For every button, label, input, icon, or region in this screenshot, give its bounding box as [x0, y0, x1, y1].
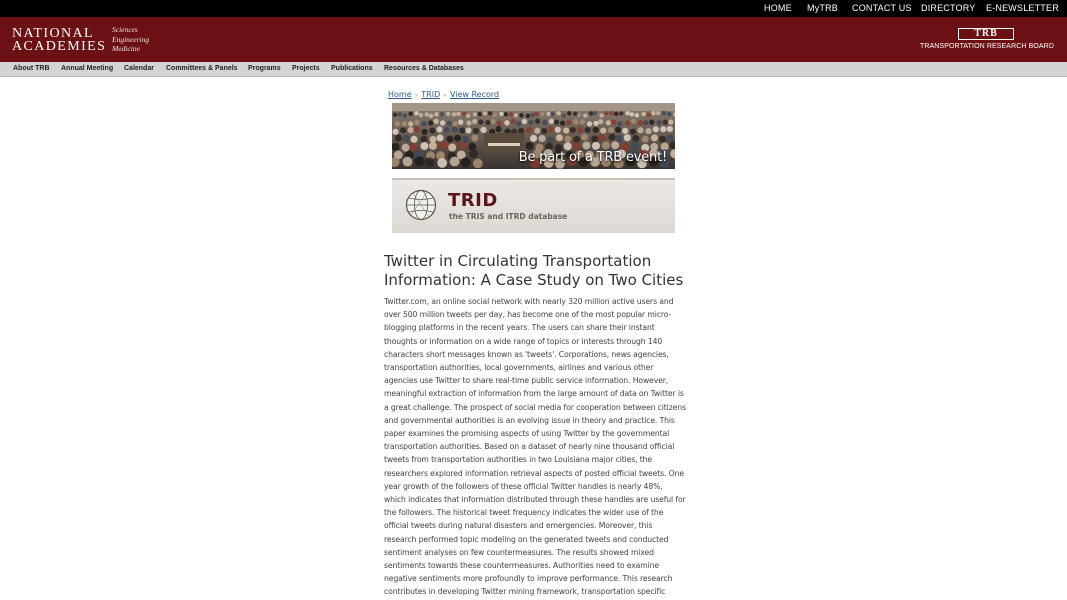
topbar-link-directory[interactable]: DIRECTORY: [921, 3, 975, 13]
breadcrumb-trid[interactable]: TRID: [421, 90, 440, 99]
nav-item-projects[interactable]: Projects: [292, 65, 320, 72]
topbar-link-e-newsletter[interactable]: E-NEWSLETTER: [986, 3, 1059, 13]
logo-sub-sciences: Sciences: [112, 25, 138, 34]
breadcrumb-separator: »: [414, 92, 419, 99]
topbar-link-mytrb[interactable]: MyTRB: [807, 3, 838, 13]
nav-item-programs[interactable]: Programs: [248, 65, 281, 72]
nav-item-resources-databases[interactable]: Resources & Databases: [384, 65, 464, 72]
record-abstract: Twitter.com, an online social network wi…: [384, 297, 686, 597]
logo-subtitle: Sciences Engineering Medicine: [112, 25, 149, 54]
topbar-link-home[interactable]: HOME: [764, 3, 792, 13]
record-title: Twitter in Circulating Transportation In…: [384, 252, 684, 289]
trid-subtitle: the TRIS and ITRD database: [449, 212, 568, 221]
header-banner: NATIONAL ACADEMIES Sciences Engineering …: [0, 17, 1067, 62]
trb-logo-mark[interactable]: TRB: [958, 28, 1014, 40]
topbar-link-contact-us[interactable]: CONTACT US: [852, 3, 912, 13]
globe-icon: [405, 189, 437, 221]
nav-item-committees-panels[interactable]: Committees & Panels: [166, 65, 238, 72]
trid-logo-box[interactable]: TRID the TRIS and ITRD database: [392, 178, 675, 233]
nav-item-about-trb[interactable]: About TRB: [13, 65, 50, 72]
logo-sub-medicine: Medicine: [112, 44, 140, 53]
event-tagline: Be part of a TRB event!: [518, 150, 667, 165]
trid-title: TRID: [448, 190, 498, 211]
logo-sub-engineering: Engineering: [112, 34, 150, 44]
breadcrumb-separator: »: [443, 92, 447, 99]
trb-logo-name[interactable]: TRANSPORTATION RESEARCH BOARD: [920, 43, 1054, 50]
nav-item-publications[interactable]: Publications: [331, 65, 373, 72]
event-promo-banner[interactable]: Be part of a TRB event!: [392, 103, 675, 169]
logo-line-2: ACADEMIES: [12, 39, 107, 54]
nav-item-annual-meeting[interactable]: Annual Meeting: [61, 65, 113, 72]
main-nav: About TRB Annual Meeting Calendar Commit…: [0, 62, 1067, 77]
breadcrumb-view-record[interactable]: View Record: [450, 90, 499, 99]
breadcrumb: Home» TRID» View Record: [388, 90, 499, 99]
breadcrumb-home[interactable]: Home: [388, 90, 412, 99]
national-academies-logo[interactable]: NATIONAL ACADEMIES: [12, 27, 107, 54]
utility-bar: HOME MyTRB CONTACT US DIRECTORY E-NEWSLE…: [0, 0, 1067, 17]
nav-item-calendar[interactable]: Calendar: [124, 65, 154, 72]
